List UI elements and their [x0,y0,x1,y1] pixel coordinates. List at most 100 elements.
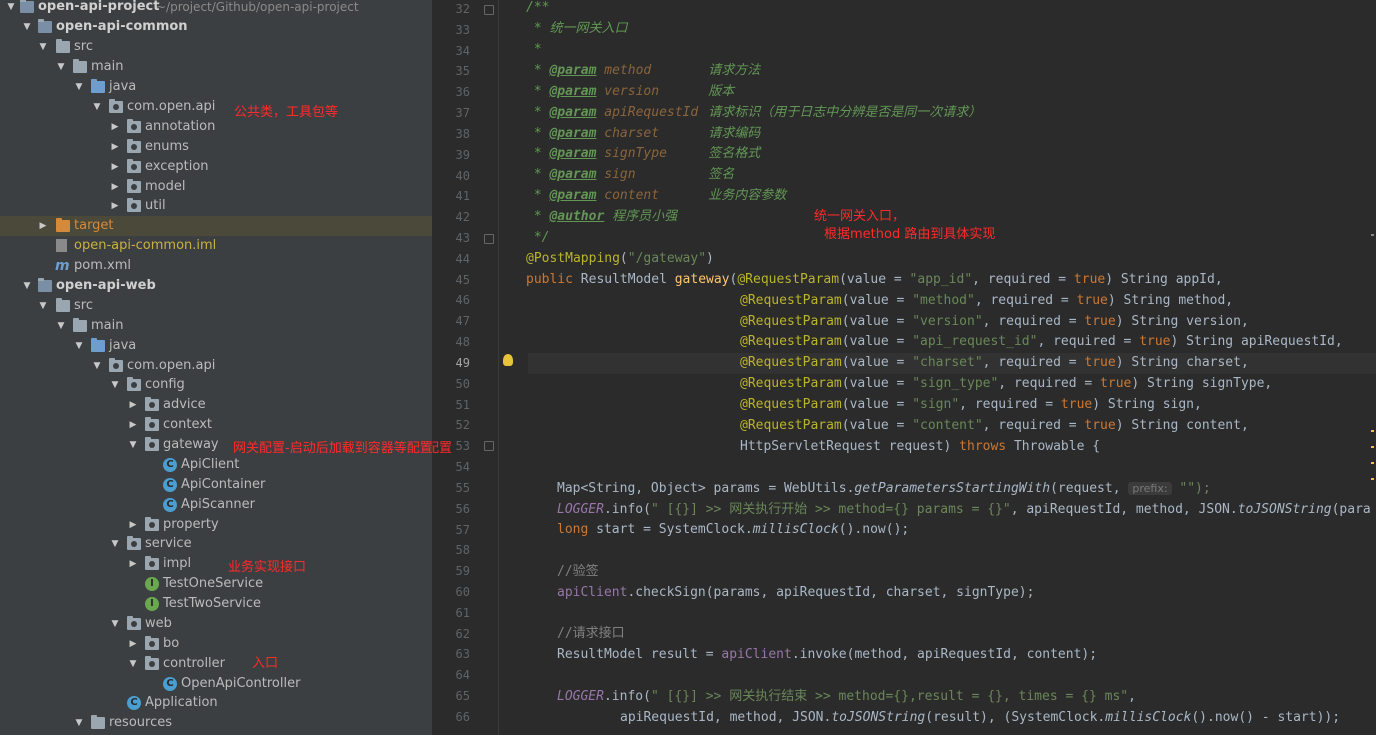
scroll-marker[interactable] [1371,446,1374,448]
tree-row-package[interactable]: ▼ web [0,614,432,634]
chevron-right-icon[interactable]: ▶ [128,395,138,415]
tree-row-folder[interactable]: ▼ main [0,57,432,77]
param-type: String [1147,376,1194,391]
code-line-47: @RequestParam(value = "version", require… [740,314,1249,329]
tree-row-package[interactable]: ▼ com.open.api [0,97,432,117]
tree-row-file[interactable]: open-api-common.iml [0,236,432,256]
param-desc: 请求标识（用于日志中分辨是否是同一次请求） [708,105,982,120]
scroll-marker[interactable] [1371,234,1374,236]
code-editor[interactable]: 32 33 34 35 36 37 38 39 40 41 42 43 44 45 46 47 48 49 50 51… [432,0,1376,735]
chevron-down-icon[interactable]: ▼ [92,97,102,117]
code-seg: LOGGER [557,502,604,517]
chevron-down-icon[interactable]: ▼ [38,37,48,57]
chevron-down-icon[interactable]: ▼ [92,356,102,376]
tree-label: open-api-common [56,19,188,34]
root-project-path: ~/project/Github/open-api-project [156,0,359,14]
chevron-down-icon[interactable]: ▼ [56,316,66,336]
tree-row-folder[interactable]: ▼ src [0,37,432,57]
code-line-57: long start = SystemClock.millisClock().n… [557,520,909,541]
tree-row-class[interactable]: C ApiScanner [0,495,432,515]
tree-row-package[interactable]: ▶ property [0,515,432,535]
tree-row-package[interactable]: ▶ advice [0,395,432,415]
throws-keyword: throws [959,439,1007,454]
annotation-gateway-entry: 统一网关入口， [814,209,906,224]
root-project-name: open-api-project [38,0,160,14]
tree-row-package[interactable]: ▶ annotation [0,117,432,137]
param-value: "content" [912,418,983,433]
tree-row-class[interactable]: C Application [0,693,432,713]
chevron-down-icon[interactable]: ▼ [38,296,48,316]
class-icon: C [163,498,177,512]
code-seg: apiClient [721,647,792,662]
chevron-right-icon[interactable]: ▶ [110,157,120,177]
chevron-down-icon[interactable]: ▼ [74,336,84,356]
tree-row-package[interactable]: ▶ model [0,177,432,197]
tree-row-package[interactable]: ▼ service [0,534,432,554]
tree-row-folder[interactable]: ▼ src [0,296,432,316]
param-var: version, [1186,314,1249,329]
fold-marker-icon[interactable] [484,234,494,244]
tree-row-class[interactable]: C ApiContainer [0,475,432,495]
tree-row-folder[interactable]: ▼ java [0,77,432,97]
tree-row-package[interactable]: ▶ bo [0,634,432,654]
chevron-down-icon[interactable]: ▼ [110,375,120,395]
param-type: HttpServletRequest [740,439,881,454]
lightbulb-icon[interactable] [503,354,513,366]
tree-row-package[interactable]: ▶ context [0,415,432,435]
chevron-right-icon[interactable]: ▶ [128,415,138,435]
tree-row-module[interactable]: ▼ open-api-web [0,276,432,296]
tree-row-interface[interactable]: I TestOneService [0,574,432,594]
chevron-right-icon[interactable]: ▶ [128,634,138,654]
tree-row-class[interactable]: C ApiClient [0,455,432,475]
tree-row-package[interactable]: ▶ util [0,196,432,216]
tree-row-interface[interactable]: I TestTwoService [0,594,432,614]
scroll-marker[interactable] [1371,478,1374,480]
chevron-down-icon[interactable]: ▼ [6,0,16,17]
param-name: version [604,84,660,99]
chevron-right-icon[interactable]: ▶ [128,554,138,574]
tree-row-package[interactable]: ▼ config [0,375,432,395]
tree-row-package[interactable]: ▼ controller [0,654,432,674]
chevron-down-icon[interactable]: ▼ [128,435,138,455]
chevron-down-icon[interactable]: ▼ [74,77,84,97]
param-value: "version" [912,314,983,329]
tree-row-file[interactable]: m pom.xml [0,256,432,276]
code-seg: millisClock [752,522,839,537]
chevron-right-icon[interactable]: ▶ [128,515,138,535]
tree-row-folder[interactable]: ▼ main [0,316,432,336]
chevron-down-icon[interactable]: ▼ [56,57,66,77]
line-number: 41 [455,189,470,204]
chevron-right-icon[interactable]: ▶ [110,117,120,137]
fold-marker-icon[interactable] [484,441,494,451]
fold-marker-icon[interactable] [484,5,494,15]
tree-label: open-api-common.iml [74,238,217,253]
code-line-45: public ResultModel gateway(@RequestParam… [526,272,1223,287]
tree-row-package[interactable]: ▶ exception [0,157,432,177]
chevron-right-icon[interactable]: ▶ [110,196,120,216]
scroll-marker[interactable] [1371,462,1374,464]
chevron-down-icon[interactable]: ▼ [128,654,138,674]
package-icon [145,556,159,570]
code-comment: //请求接口 [557,626,625,641]
tree-row-target[interactable]: ▶ target [0,216,432,236]
chevron-down-icon[interactable]: ▼ [22,17,32,37]
tree-row-folder[interactable]: ▼ java [0,336,432,356]
tree-row-package[interactable]: ▼ com.open.api [0,356,432,376]
tree-row-package[interactable]: ▶ impl [0,554,432,574]
chevron-right-icon[interactable]: ▶ [110,137,120,157]
chevron-down-icon[interactable]: ▼ [74,713,84,733]
tree-row-folder[interactable]: ▼ resources [0,713,432,733]
chevron-down-icon[interactable]: ▼ [110,534,120,554]
scroll-marker[interactable] [1371,430,1374,432]
chevron-down-icon[interactable]: ▼ [22,276,32,296]
code-line-35: * @param method 请求方法 [526,61,760,82]
tree-row-module[interactable]: ▼ open-api-common [0,17,432,37]
package-icon [127,119,141,133]
tree-row-class[interactable]: C OpenApiController [0,674,432,694]
chevron-down-icon[interactable]: ▼ [110,614,120,634]
tree-row-root[interactable]: ▼ open-api-project ~/project/Github/open… [0,0,432,17]
chevron-right-icon[interactable]: ▶ [38,216,48,236]
tree-row-package[interactable]: ▶ enums [0,137,432,157]
chevron-right-icon[interactable]: ▶ [110,177,120,197]
tree-label: src [74,39,93,54]
